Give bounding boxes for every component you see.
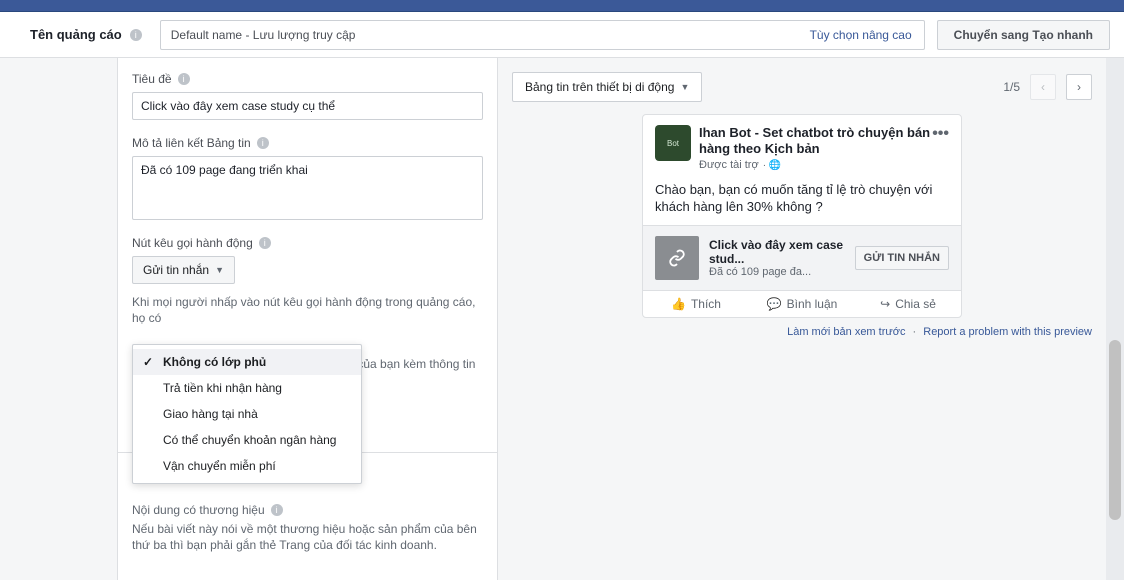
refresh-preview-link[interactable]: Làm mới bản xem trước: [787, 326, 905, 338]
like-button[interactable]: 👍Thích: [643, 297, 749, 311]
title-input[interactable]: [132, 92, 483, 120]
left-gutter: [0, 58, 118, 580]
branded-content-section: Nội dung có thương hiệui Nếu bài viết nà…: [132, 503, 483, 553]
report-problem-link[interactable]: Report a problem with this preview: [923, 326, 1092, 338]
desc-textarea[interactable]: Đã có 109 page đang triển khai: [132, 156, 483, 220]
prev-button: ‹: [1030, 74, 1056, 100]
ad-preview-card: Bot Ihan Bot - Set chatbot trò chuyện bá…: [642, 114, 962, 318]
link-text: Click vào đây xem case stud... Đã có 109…: [709, 238, 845, 278]
preview-column: Bảng tin trên thiết bị di động▼ 1/5 ‹ › …: [498, 58, 1106, 580]
dropdown-item[interactable]: Không có lớp phủ: [133, 349, 361, 375]
link-desc: Đã có 109 page đa...: [709, 266, 845, 278]
share-button[interactable]: ↪Chia sẻ: [855, 297, 961, 311]
info-icon[interactable]: i: [130, 29, 142, 41]
dropdown-item[interactable]: Trả tiền khi nhận hàng: [133, 375, 361, 401]
share-icon: ↪: [880, 297, 890, 311]
branded-desc: Nếu bài viết này nói về một thương hiệu …: [132, 521, 483, 553]
advanced-options-link[interactable]: Tùy chọn nâng cao: [798, 28, 924, 42]
preview-nav: 1/5 ‹ ›: [1003, 74, 1092, 100]
device-dropdown[interactable]: Bảng tin trên thiết bị di động▼: [512, 72, 702, 102]
card-header: Bot Ihan Bot - Set chatbot trò chuyện bá…: [643, 115, 961, 177]
desc-label: Mô tả liên kết Bảng tini: [132, 136, 483, 150]
info-icon[interactable]: i: [257, 137, 269, 149]
overlay-dropdown-menu: Không có lớp phủ Trả tiền khi nhận hàng …: [132, 344, 362, 484]
scrollbar-thumb[interactable]: [1109, 340, 1121, 520]
header-row: Tên quảng cáo i Tùy chọn nâng cao Chuyển…: [0, 12, 1124, 58]
sponsored-label: Được tài trợ · 🌐: [699, 159, 932, 171]
cta-dropdown[interactable]: Gửi tin nhắn▼: [132, 256, 235, 284]
cta-label: Nút kêu gọi hành độngi: [132, 236, 483, 250]
link-card[interactable]: Click vào đây xem case stud... Đã có 109…: [643, 225, 961, 291]
cta-button[interactable]: GỬI TIN NHẮN: [855, 246, 949, 270]
form-column: Tiêu đềi Mô tả liên kết Bảng tini Đã có …: [118, 58, 498, 580]
caret-down-icon: ▼: [680, 82, 689, 92]
preview-footer: Làm mới bản xem trước · Report a problem…: [512, 326, 1092, 338]
info-icon[interactable]: i: [178, 73, 190, 85]
ad-name-input[interactable]: [161, 28, 798, 42]
dropdown-item[interactable]: Giao hàng tại nhà: [133, 401, 361, 427]
page-name[interactable]: Ihan Bot - Set chatbot trò chuyện bán hà…: [699, 125, 932, 157]
branded-title: Nội dung có thương hiệui: [132, 503, 483, 517]
preview-count: 1/5: [1003, 80, 1020, 94]
next-button[interactable]: ›: [1066, 74, 1092, 100]
like-icon: 👍: [671, 297, 686, 311]
caret-down-icon: ▼: [215, 265, 224, 275]
link-title: Click vào đây xem case stud...: [709, 238, 845, 266]
scrollbar-track[interactable]: [1106, 58, 1124, 580]
link-icon: [655, 236, 699, 280]
globe-icon: · 🌐: [763, 160, 782, 171]
cta-help-text: Khi mọi người nhấp vào nút kêu gọi hành …: [132, 294, 483, 326]
comment-button[interactable]: 💬Bình luận: [749, 297, 855, 311]
ad-body-text: Chào bạn, bạn có muốn tăng tỉ lệ trò chu…: [643, 177, 961, 225]
top-bar: [0, 0, 1124, 12]
dropdown-item[interactable]: Vận chuyển miễn phí: [133, 453, 361, 479]
preview-header: Bảng tin trên thiết bị di động▼ 1/5 ‹ ›: [512, 72, 1092, 102]
more-icon[interactable]: •••: [932, 125, 949, 143]
main: Tiêu đềi Mô tả liên kết Bảng tini Đã có …: [0, 58, 1124, 580]
comment-icon: 💬: [767, 297, 782, 311]
info-icon[interactable]: i: [271, 504, 283, 516]
ad-name-input-wrap: Tùy chọn nâng cao: [160, 20, 925, 50]
quick-create-button[interactable]: Chuyển sang Tạo nhanh: [937, 20, 1110, 50]
dropdown-item[interactable]: Có thể chuyển khoản ngân hàng: [133, 427, 361, 453]
ad-name-label: Tên quảng cáo: [30, 27, 122, 42]
card-actions: 👍Thích 💬Bình luận ↪Chia sẻ: [643, 291, 961, 317]
title-label: Tiêu đềi: [132, 72, 483, 86]
info-icon[interactable]: i: [259, 237, 271, 249]
page-avatar[interactable]: Bot: [655, 125, 691, 161]
